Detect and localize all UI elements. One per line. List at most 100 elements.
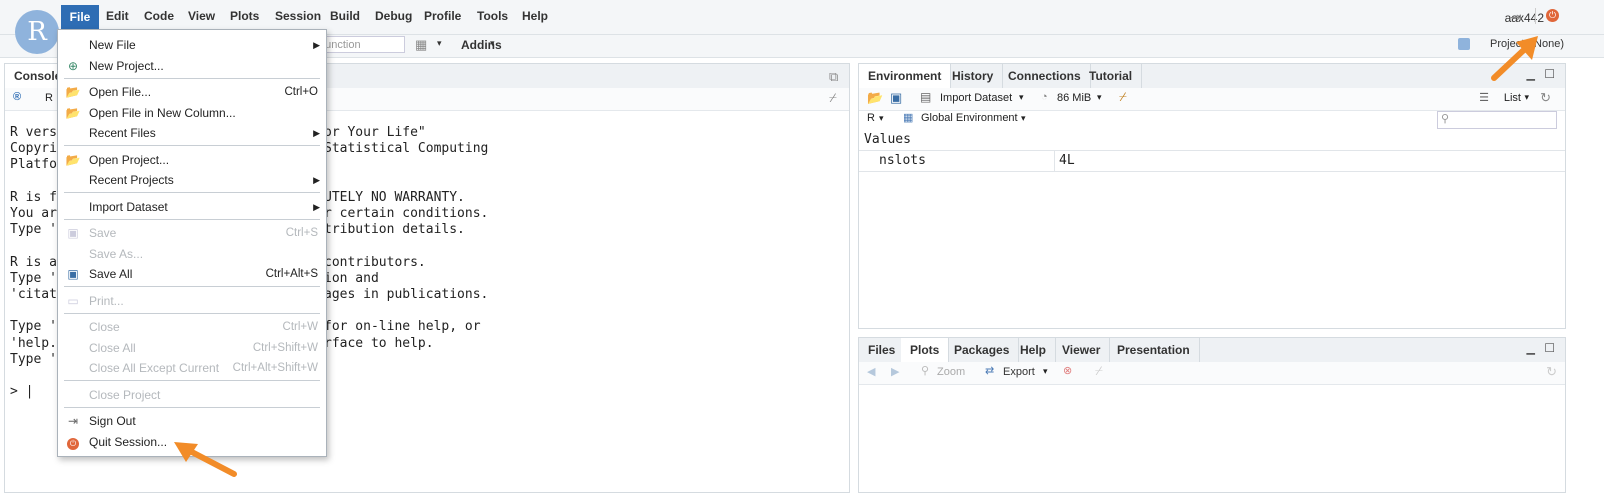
list-view-icon: ☰ — [1479, 92, 1489, 104]
menu-debug[interactable]: Debug — [375, 9, 412, 23]
chevron-down-icon[interactable]: ▾ — [490, 38, 495, 49]
tab-connections[interactable]: Connections — [999, 64, 1091, 88]
menu-item-print[interactable]: ▭ Print... — [58, 291, 326, 311]
menu-item-close-project[interactable]: Close Project — [58, 385, 326, 405]
menu-item-open-file-new-column[interactable]: 📂 Open File in New Column... — [58, 103, 326, 123]
column-divider — [1054, 151, 1055, 171]
annotation-arrow-quit-menu — [174, 442, 237, 477]
forward-arrow-icon[interactable]: ▶ — [891, 365, 899, 378]
tab-viewer[interactable]: Viewer — [1053, 338, 1111, 362]
maximize-icon[interactable]: ☐ — [1544, 341, 1555, 355]
console-line: 'citat — [10, 287, 57, 303]
tab-packages[interactable]: Packages — [945, 338, 1020, 362]
menu-item-close[interactable]: Close Ctrl+W — [58, 317, 326, 337]
chevron-down-icon[interactable]: ▾ — [1019, 92, 1024, 103]
console-line: You ar — [10, 206, 57, 222]
menu-separator — [64, 407, 320, 408]
chevron-down-icon[interactable]: ▾ — [1043, 366, 1048, 377]
menu-edit[interactable]: Edit — [106, 9, 129, 23]
save-all-icon: ▣ — [67, 267, 79, 281]
global-environment-selector[interactable]: Global Environment — [921, 112, 1018, 124]
print-icon: ▭ — [67, 294, 79, 308]
refresh-icon[interactable]: ↻ — [1540, 90, 1551, 106]
load-workspace-icon[interactable]: 📂 — [867, 90, 883, 106]
console-line: R is a — [10, 254, 57, 270]
tab-environment[interactable]: Environment — [859, 64, 952, 89]
refresh-icon[interactable]: ↻ — [1546, 364, 1557, 380]
menu-build[interactable]: Build — [330, 9, 360, 23]
chevron-down-icon[interactable]: ▾ — [437, 38, 442, 49]
chevron-down-icon[interactable]: ▾ — [879, 113, 884, 124]
menu-item-recent-projects[interactable]: Recent Projects ▶ — [58, 170, 326, 190]
console-prompt[interactable]: > | — [10, 384, 33, 399]
menu-item-open-project[interactable]: 📂 Open Project... — [58, 150, 326, 170]
menu-file[interactable]: File — [61, 5, 99, 29]
environment-search-input[interactable]: ⚲ — [1437, 111, 1557, 129]
r-version-label[interactable]: R — [45, 92, 53, 104]
menu-item-save-as[interactable]: Save As... — [58, 244, 326, 264]
save-workspace-icon[interactable]: ▣ — [890, 90, 902, 106]
chevron-down-icon[interactable]: ▾ — [1021, 113, 1026, 124]
tab-presentation[interactable]: Presentation — [1108, 338, 1200, 362]
remove-plot-icon[interactable]: ⊗ — [1063, 364, 1072, 377]
menu-plots[interactable]: Plots — [230, 9, 259, 23]
broom-icon[interactable]: ⌿ — [1119, 89, 1127, 105]
import-dataset-icon: ▤ — [920, 90, 932, 104]
rstudio-logo: R — [15, 10, 59, 54]
menu-separator — [64, 219, 320, 220]
menu-view[interactable]: View — [188, 9, 215, 23]
tab-history[interactable]: History — [943, 64, 1004, 88]
table-row[interactable]: nslots 4L — [859, 150, 1565, 172]
console-line: Type ' — [10, 270, 57, 286]
menu-item-close-all[interactable]: Close All Ctrl+Shift+W — [58, 338, 326, 358]
broom-icon[interactable]: ⌿ — [829, 90, 837, 106]
open-folder-icon: 📂 — [65, 106, 81, 120]
addins-button[interactable]: Addins — [461, 38, 502, 52]
menu-item-save[interactable]: ▣ Save Ctrl+S — [58, 223, 326, 243]
menu-item-open-file[interactable]: 📂 Open File... Ctrl+O — [58, 82, 326, 102]
memory-usage[interactable]: 86 MiB — [1057, 92, 1091, 104]
menu-tools[interactable]: Tools — [477, 9, 508, 23]
new-project-icon: ⊕ — [67, 59, 79, 73]
menu-help[interactable]: Help — [522, 9, 548, 23]
menu-item-recent-files[interactable]: Recent Files ▶ — [58, 123, 326, 143]
menu-item-import-dataset[interactable]: Import Dataset ▶ — [58, 197, 326, 217]
tab-tutorial[interactable]: Tutorial — [1080, 64, 1143, 88]
console-output[interactable]: R vers Copyri Platfo R is f You ar Type … — [10, 125, 57, 400]
menu-separator — [64, 286, 320, 287]
tab-files[interactable]: Files — [859, 338, 906, 362]
quit-session-icon: ⏻ — [65, 435, 81, 450]
file-menu-dropdown: New File ▶ ⊕ New Project... 📂 Open File..… — [57, 29, 327, 457]
menu-item-save-all[interactable]: ▣ Save All Ctrl+Alt+S — [58, 264, 326, 284]
divider — [1535, 8, 1536, 24]
maximize-icon[interactable]: ⧉ — [829, 69, 838, 85]
console-line: Type ' — [10, 222, 57, 238]
zoom-button[interactable]: Zoom — [937, 366, 965, 378]
language-selector[interactable]: R — [867, 112, 875, 124]
export-button[interactable]: Export — [1003, 366, 1035, 378]
menu-separator — [64, 380, 320, 381]
minimize-icon[interactable]: ▁ — [1527, 342, 1535, 355]
menu-code[interactable]: Code — [144, 9, 174, 23]
environment-icon: ▦ — [903, 112, 914, 124]
quit-session-icon[interactable]: ⏻ — [1546, 9, 1559, 22]
import-dataset-button[interactable]: Import Dataset — [940, 92, 1012, 104]
menu-item-close-all-except-current[interactable]: Close All Except Current Ctrl+Alt+Shift+W — [58, 358, 326, 378]
broom-icon[interactable]: ⌿ — [1095, 363, 1103, 379]
menu-profile[interactable]: Profile — [424, 9, 461, 23]
grid-layout-icon[interactable]: ▦ — [415, 37, 427, 53]
tab-help[interactable]: Help — [1011, 338, 1057, 362]
back-arrow-icon[interactable]: ◀ — [867, 365, 875, 378]
chevron-down-icon[interactable]: ▾ — [1097, 92, 1102, 103]
maximize-icon[interactable]: ☐ — [1544, 67, 1555, 81]
menu-item-new-file[interactable]: New File ▶ — [58, 35, 326, 55]
menu-item-sign-out[interactable]: ⇥ Sign Out — [58, 411, 326, 431]
menu-session[interactable]: Session — [275, 9, 321, 23]
sign-out-icon[interactable]: ⇥ — [1510, 9, 1522, 26]
environment-tabbar: Environment History Connections Tutorial — [859, 64, 1565, 89]
menu-item-new-project[interactable]: ⊕ New Project... — [58, 56, 326, 76]
chevron-down-icon[interactable]: ▾ — [1524, 92, 1529, 103]
annotation-arrow-quit-icon — [1491, 36, 1538, 81]
list-view-selector[interactable]: List — [1504, 92, 1521, 104]
tab-plots[interactable]: Plots — [901, 338, 950, 363]
